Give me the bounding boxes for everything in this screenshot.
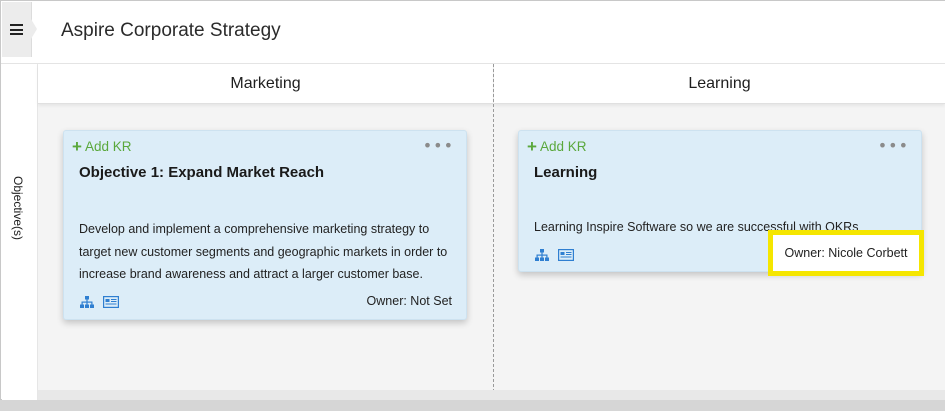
add-kr-label: Add KR — [84, 139, 132, 154]
objectives-side-rail[interactable]: Objective(s) — [2, 64, 38, 401]
column-header-marketing: Marketing — [38, 64, 493, 104]
objective-owner[interactable]: Owner: Not Set — [367, 294, 452, 308]
plus-icon: + — [72, 137, 82, 156]
hamburger-menu-icon — [10, 24, 23, 35]
plus-icon: + — [527, 137, 537, 156]
more-options-icon[interactable]: ••• — [423, 136, 454, 155]
page-title: Aspire Corporate Strategy — [61, 20, 281, 41]
strategy-board: Marketing Learning + Add KR ••• Objectiv… — [38, 64, 945, 397]
menu-toggle-button[interactable] — [2, 2, 37, 57]
column-divider — [493, 64, 494, 397]
org-chart-icon[interactable] — [79, 296, 95, 308]
card-icons — [79, 296, 119, 308]
window-bottom-edge — [0, 400, 945, 411]
more-options-icon[interactable]: ••• — [878, 136, 909, 155]
objective-card[interactable]: + Add KR ••• Objective 1: Expand Market … — [63, 130, 467, 320]
objectives-rail-label: Objective(s) — [11, 176, 25, 241]
add-kr-button[interactable]: + Add KR — [72, 137, 132, 156]
add-kr-button[interactable]: + Add KR — [527, 137, 587, 156]
objective-title[interactable]: Learning — [534, 164, 597, 181]
app-window: Aspire Corporate Strategy Objective(s) M… — [0, 0, 945, 401]
objective-description: Develop and implement a comprehensive ma… — [79, 222, 448, 281]
objective-owner-highlighted[interactable]: Owner: Nicole Corbett — [768, 230, 924, 276]
org-chart-icon[interactable] — [534, 249, 550, 261]
app-header: Aspire Corporate Strategy — [1, 1, 945, 64]
card-details-icon[interactable] — [558, 249, 574, 261]
column-header-learning: Learning — [494, 64, 945, 104]
card-details-icon[interactable] — [103, 296, 119, 308]
objective-title[interactable]: Objective 1: Expand Market Reach — [79, 164, 324, 181]
add-kr-label: Add KR — [539, 139, 587, 154]
card-icons — [534, 249, 574, 261]
